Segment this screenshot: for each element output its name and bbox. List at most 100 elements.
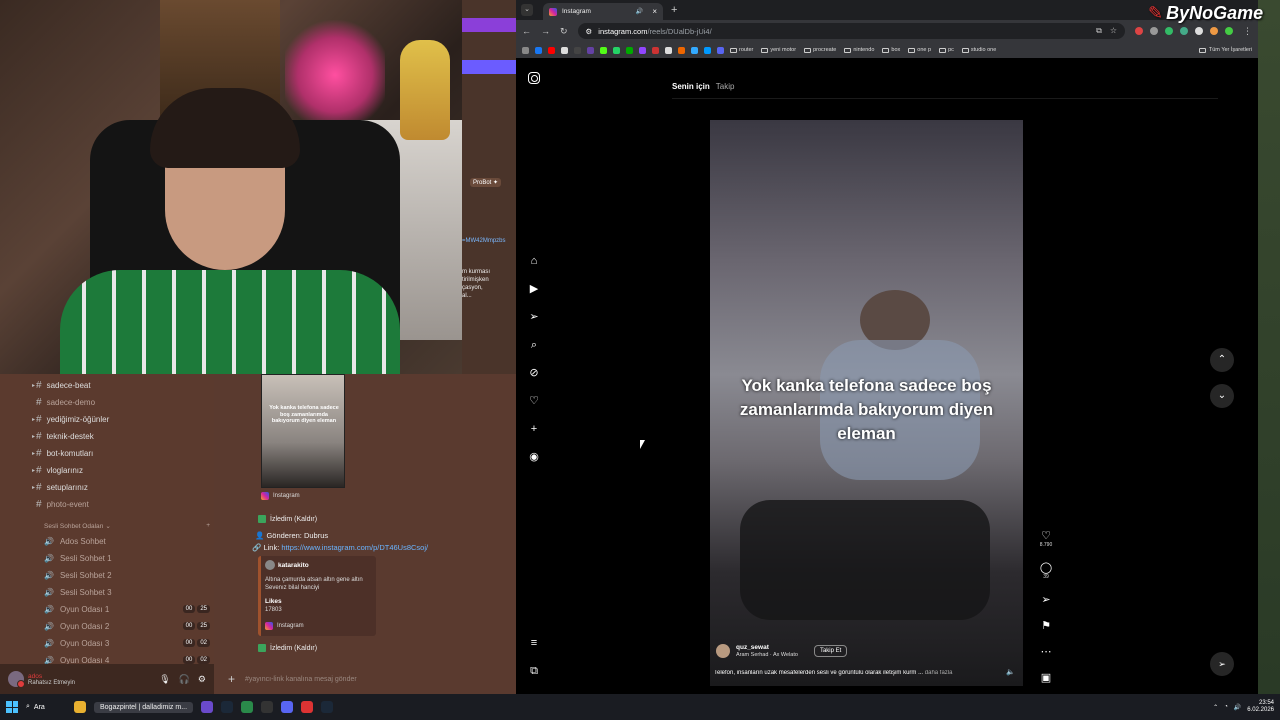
network-icon[interactable]: ◔ — [1224, 704, 1228, 710]
next-reel-button[interactable]: ⌄ — [1210, 384, 1234, 408]
follow-button[interactable]: Takip Et — [813, 645, 848, 657]
bookmark-folder[interactable]: pc — [939, 47, 954, 53]
bookmark-folder[interactable]: yeni motor — [761, 47, 796, 53]
extension-icon[interactable] — [1165, 27, 1173, 35]
taskbar-search[interactable]: ⌕ Ara — [26, 703, 66, 711]
bookmark-icon[interactable] — [717, 46, 724, 54]
home-icon[interactable]: ⌂ — [528, 255, 540, 267]
caret-icon[interactable]: ▸ — [32, 450, 35, 457]
voice-category-header[interactable]: Sesli Sohbet Odaları ⌄ + — [44, 522, 210, 530]
bookmark-icon[interactable] — [691, 46, 698, 54]
instagram-link[interactable]: https://www.instagram.com/p/DT46Us8Csoj/ — [281, 543, 428, 552]
steam-icon[interactable] — [321, 701, 334, 713]
profile-icon[interactable]: ◉ — [528, 451, 540, 463]
new-tab-button[interactable]: + — [671, 4, 677, 16]
channel-item[interactable]: ▸ # teknik-destek — [32, 428, 94, 444]
channel-item[interactable]: # sadece-demo — [36, 394, 95, 410]
reel-thumbnail[interactable]: Yok kanka telefona sadece boş zamanlarım… — [261, 374, 345, 488]
music-label[interactable]: Aram Serhad · Ax Welato — [736, 652, 798, 658]
install-icon[interactable]: ⧉ — [1096, 26, 1102, 36]
avatar[interactable] — [716, 644, 730, 658]
channel-item[interactable]: ▸ # vloglarınız — [32, 462, 83, 478]
reel-video[interactable]: Yok kanka telefona sadece boş zamanlarım… — [710, 120, 1023, 686]
previous-reel-button[interactable]: ⌃ — [1210, 348, 1234, 372]
speaker-icon[interactable]: 🔊 — [636, 8, 643, 15]
caret-icon[interactable]: ▸ — [32, 433, 35, 440]
channel-item[interactable]: # photo-event — [36, 496, 89, 512]
caret-icon[interactable]: ▸ — [32, 382, 35, 389]
chevron-up-icon[interactable]: ⌃ — [1213, 704, 1218, 711]
close-icon[interactable]: × — [652, 7, 657, 16]
apps-icon[interactable] — [522, 46, 529, 54]
file-explorer-icon[interactable] — [74, 701, 86, 713]
bookmark-folder[interactable]: router — [730, 47, 753, 53]
avatar[interactable] — [8, 671, 25, 688]
voice-channel-item[interactable]: 🔊 Ados Sohbet — [44, 533, 210, 549]
voice-channel-item[interactable]: 🔊 Oyun Odası 3 00 02 — [44, 635, 210, 651]
caret-icon[interactable]: ▸ — [32, 484, 35, 491]
bookmark-folder[interactable]: studio one — [961, 47, 996, 53]
youtube-icon[interactable] — [548, 46, 555, 54]
back-icon[interactable]: ← — [522, 26, 531, 36]
more-link[interactable]: daha fazla — [925, 670, 953, 676]
create-icon[interactable]: + — [528, 423, 540, 435]
tab-following[interactable]: Takip — [716, 82, 735, 91]
tab-for-you[interactable]: Senin için — [672, 82, 710, 91]
caret-icon[interactable]: ▸ — [32, 467, 35, 474]
bookmark-icon[interactable] — [652, 46, 659, 54]
heart-icon[interactable]: ♡ — [528, 395, 540, 407]
comment-action[interactable]: ◯ 39 — [1036, 562, 1056, 580]
gear-icon[interactable]: ⚙ — [198, 674, 206, 685]
more-menu-icon[interactable]: ≡ — [528, 637, 540, 649]
username[interactable]: quz_sewat — [736, 644, 798, 652]
bookmark-icon[interactable] — [678, 46, 685, 54]
voice-channel-item[interactable]: 🔊 Sesli Sohbet 2 — [44, 567, 210, 583]
discord-icon[interactable] — [281, 701, 294, 713]
extension-icon[interactable] — [1225, 27, 1233, 35]
send-icon[interactable]: ➢ — [528, 311, 540, 323]
extension-icon[interactable] — [1150, 27, 1158, 35]
share-icon[interactable]: ➢ — [1036, 594, 1056, 606]
app-icon[interactable] — [241, 701, 254, 713]
x-icon[interactable] — [561, 46, 568, 54]
bookmark-folder[interactable]: procreate — [804, 47, 836, 53]
whatsapp-icon[interactable] — [613, 46, 620, 54]
bookmark-icon[interactable] — [626, 46, 633, 54]
channel-item[interactable]: ▸ # sadece-beat — [32, 377, 91, 393]
explore-icon[interactable]: ⊘ — [528, 367, 540, 379]
facebook-icon[interactable] — [535, 46, 542, 54]
voice-channel-item[interactable]: 🔊 Sesli Sohbet 1 — [44, 550, 210, 566]
channel-item[interactable]: ▸ # setuplarınız — [32, 479, 88, 495]
embed-author[interactable]: katarakito — [278, 562, 309, 569]
bookmark-icon[interactable] — [639, 46, 646, 54]
twitch-icon[interactable] — [587, 46, 594, 54]
app-icon[interactable] — [261, 701, 274, 713]
threads-icon[interactable]: ⧉ — [528, 665, 540, 677]
site-info-icon[interactable]: ⚙ — [586, 27, 593, 36]
instagram-embed[interactable]: katarakito Altına çamurda atsan altın ge… — [258, 556, 376, 636]
messages-button[interactable]: ➢ — [1210, 652, 1234, 676]
side-link[interactable]: =MW42Mmpzbs — [462, 238, 506, 244]
plus-icon[interactable]: + — [228, 672, 235, 686]
channel-item[interactable]: ▸ # yediğimiz-öğünler — [32, 411, 109, 427]
volume-icon[interactable]: 🔊 — [1234, 704, 1241, 711]
reload-icon[interactable]: ↻ — [560, 26, 568, 37]
extension-icon[interactable] — [1135, 27, 1143, 35]
audio-thumb[interactable]: ▣ — [1036, 672, 1056, 684]
extension-icon[interactable] — [1195, 27, 1203, 35]
watched-marker[interactable]: İzledim (Kaldır) — [258, 515, 317, 523]
start-button[interactable] — [6, 701, 18, 713]
bookmark-folder[interactable]: box — [882, 47, 900, 53]
headphones-icon[interactable]: 🎧 — [179, 674, 190, 685]
instagram-logo-icon[interactable] — [528, 72, 540, 84]
microphone-icon[interactable]: 🎙 — [159, 674, 170, 685]
voice-channel-item[interactable]: 🔊 Oyun Odası 1 00 25 — [44, 601, 210, 617]
bookmark-folder[interactable]: nintendo — [844, 47, 874, 53]
watched-marker-2[interactable]: İzledim (Kaldır) — [258, 644, 317, 652]
extension-icon[interactable] — [1180, 27, 1188, 35]
star-icon[interactable]: ☆ — [1110, 26, 1117, 36]
voice-channel-item[interactable]: 🔊 Sesli Sohbet 3 — [44, 584, 210, 600]
bookmark-icon[interactable] — [704, 46, 711, 54]
message-composer[interactable]: + #yayıncı-link kanalına mesaj gönder — [214, 664, 516, 694]
speaker-icon[interactable]: 🔈 — [1006, 668, 1015, 676]
